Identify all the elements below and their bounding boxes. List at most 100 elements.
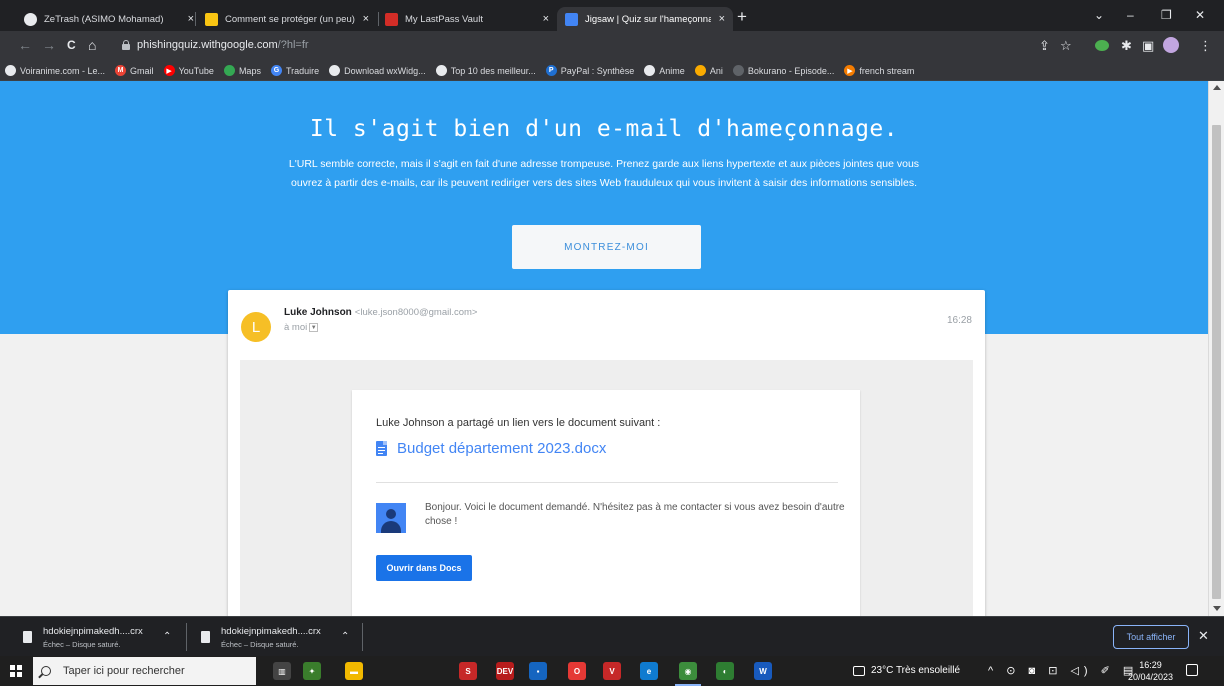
bookmark-item[interactable]: Download wxWidg...: [329, 65, 426, 76]
close-tab-icon[interactable]: ×: [719, 13, 725, 25]
recipient-label: à moi: [284, 322, 308, 333]
url-host: phishingquiz.withgoogle.com: [137, 39, 278, 51]
document-name[interactable]: Budget département 2023.docx: [397, 440, 606, 457]
bookmark-item[interactable]: Voiranime.com - Le...: [5, 65, 105, 76]
download-item[interactable]: hdokiejnpimakedh....crx Échec – Disque sa…: [23, 622, 143, 652]
bookmark-favicon-icon: [5, 65, 16, 76]
sender-address[interactable]: <luke.json8000@gmail.com>: [355, 307, 478, 318]
taskbar-search-box[interactable]: Taper ici pour rechercher: [33, 657, 256, 685]
close-tab-icon[interactable]: ×: [543, 13, 549, 25]
share-icon[interactable]: ⇪: [1039, 38, 1050, 54]
show-me-button[interactable]: MONTREZ-MOI: [512, 225, 701, 269]
url-text[interactable]: phishingquiz.withgoogle.com/?hl=fr: [137, 39, 309, 51]
notification-center-icon[interactable]: [1186, 664, 1198, 676]
download-shelf: hdokiejnpimakedh....crx Échec – Disque sa…: [0, 616, 1224, 656]
bookmark-item[interactable]: Top 10 des meilleur...: [435, 65, 536, 76]
system-tray-icons[interactable]: ^ ⊙ ◙ ⊡ ◁) ✐ ▤: [988, 664, 1138, 677]
bookmark-label: Ani: [709, 65, 723, 76]
clock-time: 16:29: [1139, 660, 1162, 670]
extension-colorful-icon[interactable]: [1095, 40, 1109, 51]
tab-separator: [195, 12, 196, 26]
bookmark-item[interactable]: G Traduire: [270, 65, 320, 76]
new-tab-button[interactable]: +: [737, 7, 747, 27]
app-colorful-icon[interactable]: ◐: [716, 662, 734, 680]
google-docs-icon: [376, 441, 387, 456]
download-options-icon[interactable]: ⌃: [341, 631, 349, 642]
bookmark-item[interactable]: Ani: [694, 65, 723, 76]
profile-avatar[interactable]: [1163, 37, 1179, 53]
bookmark-label: Traduire: [285, 65, 320, 76]
email-body: Luke Johnson a partagé un lien vers le d…: [240, 360, 973, 616]
bookmark-favicon-icon: [732, 65, 744, 76]
bookmark-item[interactable]: P PayPal : Synthèse: [545, 65, 634, 76]
address-bar[interactable]: phishingquiz.withgoogle.com/?hl=fr: [112, 35, 1062, 57]
app-v-icon[interactable]: V: [603, 662, 621, 680]
app-red-icon[interactable]: S: [459, 662, 477, 680]
tab-title: My LastPass Vault: [405, 13, 483, 25]
bookmark-favicon-icon: [329, 65, 341, 76]
bookmark-item[interactable]: M Gmail: [115, 65, 154, 76]
download-filename: hdokiejnpimakedh....crx: [221, 625, 321, 637]
document-link[interactable]: Budget département 2023.docx: [376, 440, 606, 457]
page-scrollbar[interactable]: [1208, 81, 1224, 616]
dev-cpp-icon[interactable]: DEV: [496, 662, 514, 680]
tab-title: Comment se protéger (un peu) c: [225, 13, 355, 25]
tab-zetrash[interactable]: ZeTrash (ASIMO Mohamad) ×: [16, 7, 202, 31]
scroll-down-arrow-icon[interactable]: [1213, 606, 1221, 611]
result-title: Il s'agit bien d'un e-mail d'hameçonnage…: [309, 116, 899, 142]
scroll-up-arrow-icon[interactable]: [1213, 85, 1221, 90]
restore-button[interactable]: ❐: [1161, 8, 1172, 22]
reload-button[interactable]: C: [67, 38, 76, 52]
app-blue-icon[interactable]: ▪: [529, 662, 547, 680]
bookmark-item[interactable]: Bokurano - Episode...: [732, 65, 835, 76]
task-view-icon[interactable]: ▥: [273, 662, 291, 680]
file-explorer-icon[interactable]: ▬: [345, 662, 363, 680]
chrome-icon[interactable]: ◉: [675, 662, 701, 686]
shared-document-card: Luke Johnson a partagé un lien vers le d…: [352, 390, 860, 616]
sender-avatar: L: [241, 312, 271, 342]
close-tab-icon[interactable]: ×: [363, 13, 369, 25]
tab-comment-se-proteger[interactable]: Comment se protéger (un peu) c ×: [197, 7, 377, 31]
windows-start-icon[interactable]: [10, 665, 22, 677]
app-green-icon[interactable]: ✦: [303, 662, 321, 680]
bookmark-favicon-icon: ▶: [844, 65, 856, 76]
forward-button[interactable]: →: [42, 37, 56, 53]
windows-taskbar: Taper ici pour rechercher ▥ ✦ ▬ S DEV ▪ O Ve ◉ ◐ W…: [0, 656, 1224, 686]
bookmark-label: Bokurano - Episode...: [747, 65, 835, 76]
close-download-shelf-icon[interactable]: ✕: [1198, 628, 1209, 644]
opera-icon[interactable]: O: [568, 662, 586, 680]
github-icon: [24, 12, 37, 26]
bookmark-item[interactable]: Anime: [644, 65, 685, 76]
word-icon[interactable]: W: [754, 662, 772, 680]
download-status: Échec – Disque saturé.: [221, 639, 299, 649]
bookmark-item[interactable]: Maps: [223, 65, 261, 76]
yellow-site-icon: [205, 12, 218, 26]
download-item[interactable]: hdokiejnpimakedh....crx Échec – Disque sa…: [201, 622, 321, 652]
bookmark-favicon-icon: M: [115, 65, 127, 76]
taskbar-clock[interactable]: 16:29 20/04/2023: [1128, 659, 1173, 683]
open-in-docs-button[interactable]: Ouvrir dans Docs: [376, 555, 472, 581]
lastpass-icon: [385, 12, 398, 26]
side-panel-icon[interactable]: ▣: [1142, 38, 1154, 54]
menu-icon[interactable]: ⋮: [1199, 38, 1212, 54]
scrollbar-thumb[interactable]: [1212, 125, 1221, 599]
close-tab-icon[interactable]: ×: [188, 13, 194, 25]
edge-icon[interactable]: e: [640, 662, 658, 680]
minimize-button[interactable]: –: [1127, 8, 1134, 22]
weather-widget[interactable]: 23°C Très ensoleillé: [853, 665, 960, 676]
bookmark-favicon-icon: [644, 65, 656, 76]
bookmark-item[interactable]: ▶ YouTube: [163, 65, 214, 76]
tab-lastpass[interactable]: My LastPass Vault ×: [377, 7, 557, 31]
back-button[interactable]: ←: [18, 37, 32, 53]
tab-search-icon[interactable]: ⌄: [1094, 8, 1104, 22]
recipient-details-icon[interactable]: ▼: [309, 323, 319, 332]
bookmark-star-icon[interactable]: ☆: [1060, 38, 1072, 54]
tab-jigsaw-quiz[interactable]: Jigsaw | Quiz sur l'hameçonnage ×: [557, 7, 733, 31]
home-button[interactable]: ⌂: [88, 37, 96, 53]
download-options-icon[interactable]: ⌃: [163, 631, 171, 642]
extensions-puzzle-icon[interactable]: ✱: [1121, 38, 1132, 54]
show-all-downloads-button[interactable]: Tout afficher: [1113, 625, 1189, 649]
window-close-button[interactable]: ✕: [1195, 8, 1205, 22]
bookmark-label: YouTube: [178, 65, 214, 76]
bookmark-item[interactable]: ▶ french stream: [844, 65, 914, 76]
